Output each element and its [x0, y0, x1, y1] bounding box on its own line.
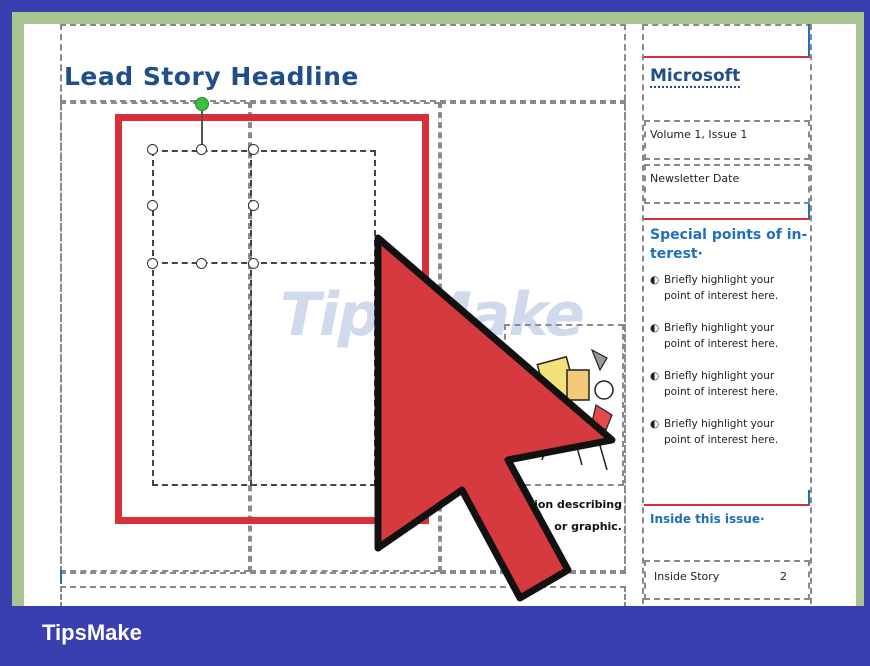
arrow-cursor-icon: [374, 234, 616, 602]
footer-brand: TipsMake: [42, 620, 142, 645]
